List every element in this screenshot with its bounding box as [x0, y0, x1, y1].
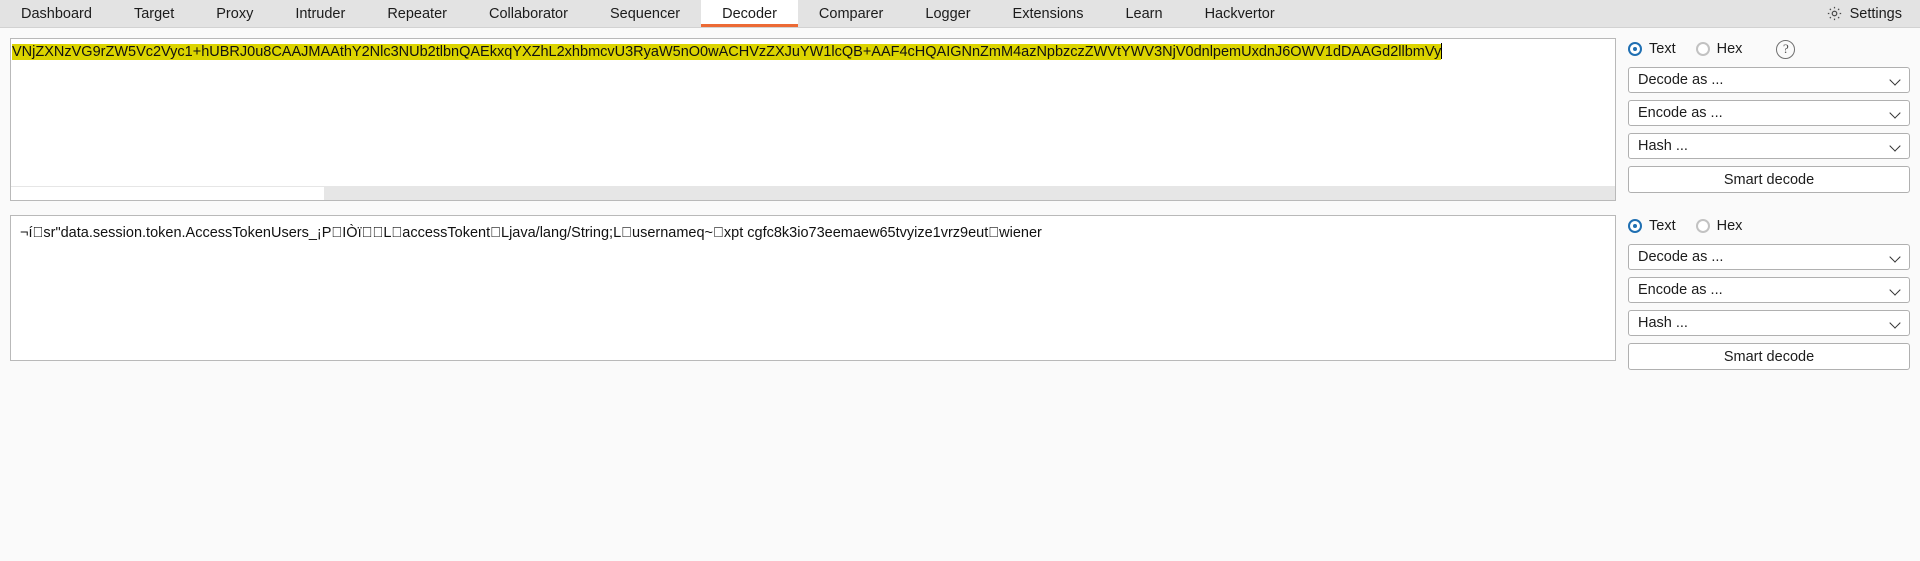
main-tab-bar: Dashboard Target Proxy Intruder Repeater…	[0, 0, 1920, 28]
tab-label: Sequencer	[609, 5, 681, 22]
tab-label: Hackvertor	[1204, 5, 1275, 22]
encode-as-label: Encode as ...	[1638, 282, 1723, 298]
tab-proxy[interactable]: Proxy	[195, 0, 274, 27]
hash-select-1[interactable]: Hash ...	[1628, 133, 1910, 159]
decoder-controls-2: Text Hex Decode as ... Encode as ... Has…	[1628, 215, 1910, 370]
tab-label: Repeater	[387, 5, 447, 22]
tab-label: Logger	[925, 5, 971, 22]
tab-label: Dashboard	[21, 5, 92, 22]
tab-target[interactable]: Target	[113, 0, 195, 27]
help-icon[interactable]: ?	[1776, 39, 1796, 59]
selected-text: VNjZXNzVG9rZW5Vc2Vyc1+hUBRJ0u8CAAJMAAthY…	[12, 44, 1442, 60]
radio-hex-2[interactable]: Hex	[1695, 218, 1743, 234]
radio-hex-label: Hex	[1716, 41, 1743, 57]
tab-label: Comparer	[818, 5, 884, 22]
tab-decoder[interactable]: Decoder	[701, 0, 798, 27]
tab-dashboard[interactable]: Dashboard	[0, 0, 113, 27]
decode-as-label: Decode as ...	[1638, 72, 1724, 88]
settings-label: Settings	[1849, 5, 1902, 22]
encode-as-select-1[interactable]: Encode as ...	[1628, 100, 1910, 126]
smart-decode-label: Smart decode	[1723, 348, 1815, 365]
tab-label: Intruder	[295, 5, 346, 22]
tab-label: Decoder	[722, 5, 777, 22]
tab-learn[interactable]: Learn	[1104, 0, 1183, 27]
decoder-workspace: VNjZXNzVG9rZW5Vc2Vyc1+hUBRJ0u8CAAJMAAthY…	[0, 28, 1920, 370]
gear-icon	[1826, 5, 1843, 22]
tab-extensions[interactable]: Extensions	[992, 0, 1105, 27]
tabbar-spacer	[1296, 0, 1814, 27]
horizontal-scrollbar[interactable]	[11, 186, 1615, 200]
smart-decode-label: Smart decode	[1723, 171, 1815, 188]
hash-label: Hash ...	[1638, 138, 1688, 154]
hash-select-2[interactable]: Hash ...	[1628, 310, 1910, 336]
radio-hex-1[interactable]: Hex	[1695, 41, 1743, 57]
chevron-down-icon	[1890, 252, 1901, 263]
encode-as-select-2[interactable]: Encode as ...	[1628, 277, 1910, 303]
radio-selected-icon	[1628, 219, 1642, 233]
smart-decode-button-1[interactable]: Smart decode	[1628, 166, 1910, 193]
decoder-input-text[interactable]: VNjZXNzVG9rZW5Vc2Vyc1+hUBRJ0u8CAAJMAAthY…	[11, 39, 1615, 62]
decode-as-select-1[interactable]: Decode as ...	[1628, 67, 1910, 93]
hash-label: Hash ...	[1638, 315, 1688, 331]
tab-label: Collaborator	[488, 5, 568, 22]
decode-as-select-2[interactable]: Decode as ...	[1628, 244, 1910, 270]
decode-as-label: Decode as ...	[1638, 249, 1724, 265]
mode-radio-group-1: Text Hex ?	[1628, 38, 1910, 60]
radio-text-label: Text	[1649, 41, 1676, 57]
decoder-output-editor[interactable]: ¬í sr"data.session.token.AccessTokenUser…	[10, 215, 1616, 361]
tab-intruder[interactable]: Intruder	[274, 0, 366, 27]
radio-hex-label: Hex	[1716, 218, 1743, 234]
chevron-down-icon	[1890, 75, 1901, 86]
tab-label: Learn	[1125, 5, 1163, 22]
radio-text-label: Text	[1649, 218, 1676, 234]
tab-hackvertor[interactable]: Hackvertor	[1184, 0, 1296, 27]
radio-text-1[interactable]: Text	[1628, 41, 1676, 57]
decoder-output-text[interactable]: ¬í sr"data.session.token.AccessTokenUser…	[11, 216, 1615, 243]
decoder-controls-1: Text Hex ? Decode as ... Encode as ... H…	[1628, 38, 1910, 193]
chevron-down-icon	[1890, 318, 1901, 329]
encode-as-label: Encode as ...	[1638, 105, 1723, 121]
settings-button[interactable]: Settings	[1814, 0, 1920, 27]
tab-collaborator[interactable]: Collaborator	[468, 0, 589, 27]
tab-label: Proxy	[216, 5, 254, 22]
radio-unselected-icon	[1695, 219, 1710, 233]
tab-label: Target	[133, 5, 175, 22]
radio-unselected-icon	[1695, 42, 1710, 56]
decoder-stage-1: VNjZXNzVG9rZW5Vc2Vyc1+hUBRJ0u8CAAJMAAthY…	[10, 38, 1910, 201]
tab-sequencer[interactable]: Sequencer	[589, 0, 701, 27]
chevron-down-icon	[1890, 285, 1901, 296]
mode-radio-group-2: Text Hex	[1628, 215, 1910, 237]
chevron-down-icon	[1890, 141, 1901, 152]
smart-decode-button-2[interactable]: Smart decode	[1628, 343, 1910, 370]
text-caret	[1441, 43, 1443, 59]
radio-selected-icon	[1628, 42, 1642, 56]
decoder-stage-2: ¬í sr"data.session.token.AccessTokenUser…	[10, 215, 1910, 370]
horizontal-scrollbar-thumb[interactable]	[11, 187, 324, 200]
tab-comparer[interactable]: Comparer	[798, 0, 904, 27]
decoder-input-editor[interactable]: VNjZXNzVG9rZW5Vc2Vyc1+hUBRJ0u8CAAJMAAthY…	[10, 38, 1616, 201]
tab-label: Extensions	[1012, 5, 1084, 22]
chevron-down-icon	[1890, 108, 1901, 119]
radio-text-2[interactable]: Text	[1628, 218, 1676, 234]
tab-repeater[interactable]: Repeater	[366, 0, 468, 27]
tab-logger[interactable]: Logger	[904, 0, 991, 27]
